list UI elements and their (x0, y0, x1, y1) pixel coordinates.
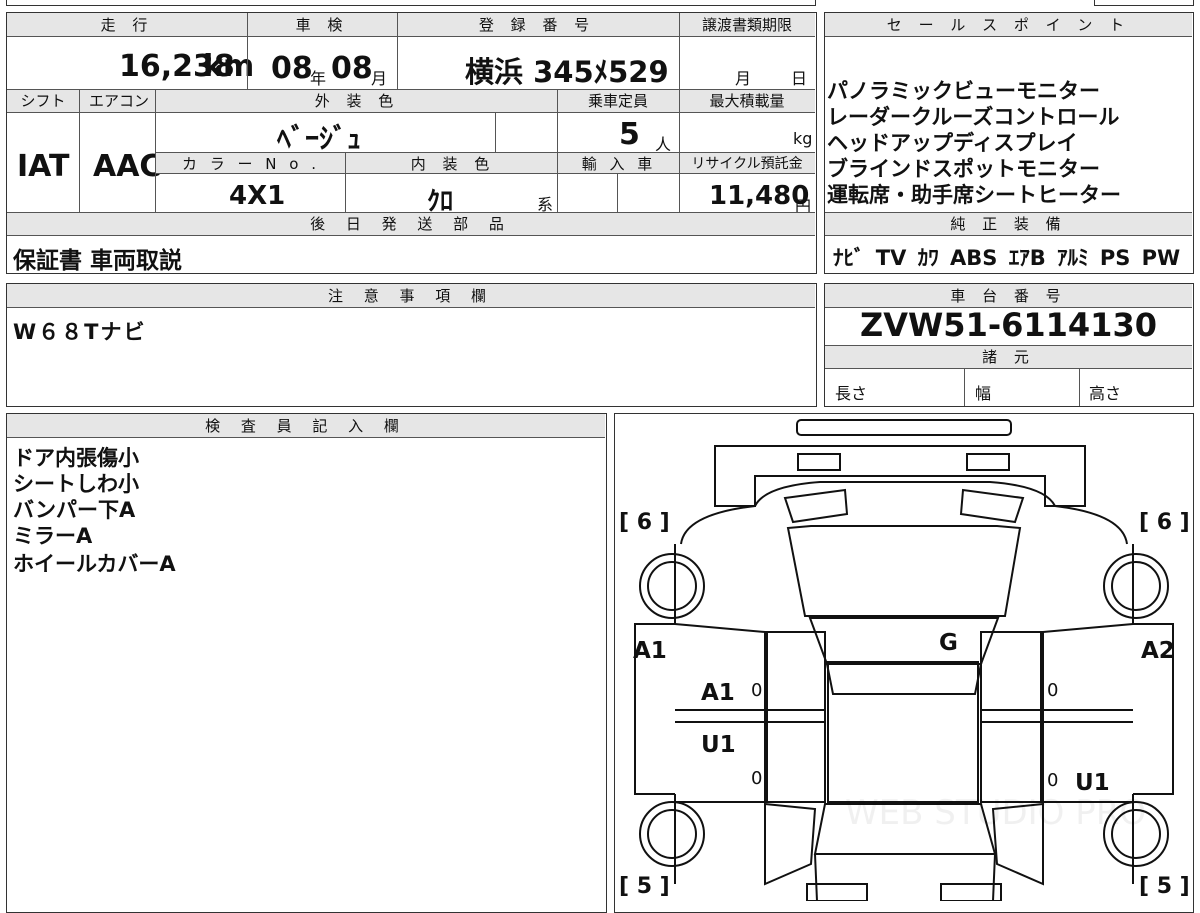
equipment-header: 純 正 装 備 (950, 215, 1067, 233)
mark-rear-door-right: U1 (1075, 770, 1110, 796)
specs-header: 諸 元 (982, 348, 1035, 366)
shaken-month: 08 (331, 51, 373, 86)
import-header: 輸 入 車 (581, 155, 657, 173)
color-number: 4X1 (229, 181, 286, 211)
capacity-header: 乗車定員 (587, 92, 648, 110)
car-diagram-box: WEB STUDIO PRO [ 6 ] [ 6 ] [ 5 ] [ 5 ] A… (614, 413, 1194, 913)
sales-point: 運転席・助手席シートヒーター (827, 183, 1121, 207)
spec-height-label: 高さ (1089, 384, 1122, 403)
transfer-day-unit: 日 (791, 69, 808, 88)
equipment-list: ﾅﾋﾞ TV ｶﾜ ABS ｴｱB ｱﾙﾐ PS PW (833, 246, 1181, 270)
shaken-year-unit: 年 (310, 69, 327, 88)
later-parts-header: 後 日 発 送 部 品 (310, 215, 512, 233)
maxload-unit: kg (793, 129, 813, 148)
registration-number: 横浜 345ﾒ529 (465, 55, 669, 89)
shaken-month-unit: 月 (371, 69, 388, 88)
spec-width-label: 幅 (975, 384, 992, 403)
zero-mark: 0 (1047, 770, 1059, 791)
notes-box: 注 意 事 項 欄 W６８Tナビ (6, 283, 817, 407)
capacity-value: 5 (619, 117, 640, 152)
mileage-header: 走 行 (100, 16, 154, 34)
later-parts-value: 保証書 車両取説 (13, 248, 183, 274)
ac-header: エアコン (88, 92, 149, 110)
shaken-header: 車 検 (295, 16, 349, 34)
transfer-header: 譲渡書類期限 (701, 16, 792, 34)
exterior-color: ﾍﾞｰｼﾞｭ (277, 122, 362, 155)
inspector-line: ホイールカバーA (13, 552, 176, 576)
interior-header: 内 装 色 (410, 155, 496, 173)
zero-mark: 0 (751, 768, 763, 789)
chassis-number: ZVW51-6114130 (860, 306, 1157, 344)
mark-left-fender: A1 (633, 638, 667, 664)
shift-header: シフト (20, 92, 66, 110)
inspector-box: 検 査 員 記 入 欄 ドア内張傷小 シートしわ小 バンパー下A ミラーA ホイ… (6, 413, 607, 913)
chassis-header: 車 台 番 号 (950, 287, 1067, 305)
sales-points-header: セ ー ル ス ポ イ ン ト (886, 16, 1131, 34)
mark-front-door-left: A1 (701, 680, 735, 706)
maxload-header: 最大積載量 (709, 92, 785, 110)
watermark: WEB STUDIO PRO (845, 793, 1146, 833)
zero-mark: 0 (1047, 680, 1059, 701)
regno-header: 登 録 番 号 (478, 16, 596, 34)
mark-roof: G (939, 630, 958, 656)
inspector-header: 検 査 員 記 入 欄 (205, 417, 407, 435)
chassis-box: 車 台 番 号 ZVW51-6114130 諸 元 長さ 幅 高さ (824, 283, 1194, 407)
mark-right-fender: A2 (1141, 638, 1175, 664)
tire-front-right: [ 6 ] (1139, 510, 1190, 535)
recycle-header: リサイクル預託金 (691, 156, 803, 172)
exterior-header: 外 装 色 (314, 92, 400, 110)
vehicle-info-grid: 走 行 車 検 登 録 番 号 譲渡書類期限 16,238 km 08 年 08… (6, 12, 817, 274)
shaken-year: 08 (271, 51, 313, 86)
top-clip-strip (6, 0, 816, 6)
transfer-month-unit: 月 (735, 69, 752, 88)
tire-rear-right: [ 5 ] (1139, 874, 1190, 899)
car-diagram: WEB STUDIO PRO (634, 419, 1174, 901)
mark-rear-door-left: U1 (701, 732, 736, 758)
tire-rear-left: [ 5 ] (619, 874, 670, 899)
ac-value: AAC (93, 149, 162, 184)
colorno-header: カ ラ ー N o . (181, 155, 320, 173)
tire-front-left: [ 6 ] (619, 510, 670, 535)
sales-points-box: セ ー ル ス ポ イ ン ト パノラミックビューモニター レーダークルーズコン… (824, 12, 1194, 274)
notes-header: 注 意 事 項 欄 (327, 287, 495, 305)
notes-text: W６８Tナビ (13, 320, 147, 344)
inspector-line: ミラーA (13, 524, 93, 548)
top-clip-strip-right (1094, 0, 1194, 6)
zero-mark: 0 (751, 680, 763, 701)
shift-value: IAT (17, 149, 70, 184)
spec-length-label: 長さ (835, 384, 868, 403)
